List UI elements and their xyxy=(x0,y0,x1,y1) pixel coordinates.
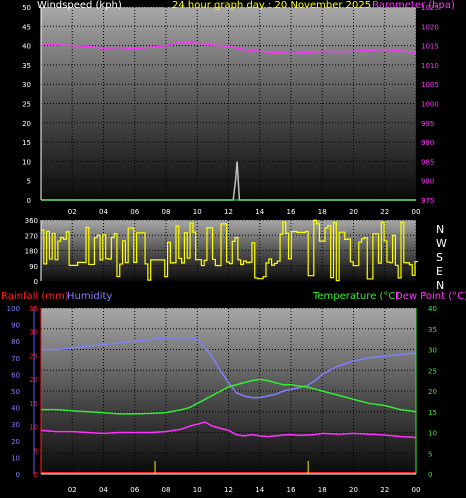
humidity-tick-label: 50 xyxy=(11,388,20,396)
humidity-tick-label: 40 xyxy=(11,405,20,413)
humidity-tick-label: 80 xyxy=(11,338,20,346)
time-tick-label: 08 xyxy=(162,486,171,494)
humidity-ticks: 0 10 20 30 40 50 60 70 80 90 100 xyxy=(7,305,20,479)
temperature-tick-label: 5 xyxy=(428,450,432,458)
time-tick-label: 14 xyxy=(255,208,264,216)
windspeed-tick-label: 40 xyxy=(22,43,31,51)
barometer-tick-label: 1025 xyxy=(421,4,439,12)
humidity-tick-label: 30 xyxy=(11,421,20,429)
barometer-tick-label: 1015 xyxy=(421,43,439,51)
time-tick-label: 10 xyxy=(193,208,202,216)
time-tick-label: 04 xyxy=(99,208,108,216)
time-tick-label: 00 xyxy=(412,208,421,216)
direction-degree-label: 180 xyxy=(25,248,38,256)
temperature-tick-label: 25 xyxy=(428,367,437,375)
compass-label: E xyxy=(436,265,443,278)
humidity-tick-label: 90 xyxy=(11,322,20,330)
windspeed-tick-label: 10 xyxy=(22,158,31,166)
humidity-tick-label: 20 xyxy=(11,438,20,446)
barometer-tick-label: 1020 xyxy=(421,23,439,31)
time-tick-label: 02 xyxy=(68,208,77,216)
barometer-tick-label: 1005 xyxy=(421,81,439,89)
barometer-tick-label: 975 xyxy=(421,197,434,205)
barometer-tick-label: 980 xyxy=(421,178,434,186)
humidity-tick-label: 100 xyxy=(7,305,20,313)
windspeed-tick-label: 25 xyxy=(22,101,31,109)
humidity-tick-label: 0 xyxy=(16,471,20,479)
direction-degree-label: 360 xyxy=(25,217,38,225)
temperature-tick-label: 20 xyxy=(428,388,437,396)
time-tick-label: 14 xyxy=(255,486,264,494)
direction-degree-label: 0 xyxy=(34,278,38,286)
weather-graph: Windspeed (kph) 24 hour graph day : 20 N… xyxy=(1,0,466,494)
time-tick-label: 04 xyxy=(99,486,108,494)
rainfall-axis-title: Rainfall (mm) xyxy=(1,291,69,302)
time-tick-label: 06 xyxy=(130,208,139,216)
graph-title: 24 hour graph day : 20 November 2025 xyxy=(172,0,371,11)
compass-labels: NWSEN xyxy=(436,223,447,292)
windspeed-tick-label: 15 xyxy=(22,139,31,147)
direction-degree-label: 270 xyxy=(25,232,38,240)
dewpoint-axis-title: Dew Point (°C) xyxy=(395,291,466,302)
windspeed-tick-label: 45 xyxy=(22,23,31,31)
humidity-tick-label: 70 xyxy=(11,355,20,363)
humidity-axis-title: Humidity xyxy=(67,291,112,302)
time-tick-label: 22 xyxy=(380,486,389,494)
temperature-tick-label: 35 xyxy=(428,326,437,334)
humidity-tick-label: 60 xyxy=(11,371,20,379)
time-tick-label: 08 xyxy=(162,208,171,216)
time-tick-label: 12 xyxy=(224,486,233,494)
temperature-axis-title: Temperature (°C) xyxy=(312,291,399,302)
time-tick-label: 02 xyxy=(68,486,77,494)
time-tick-label: 22 xyxy=(380,208,389,216)
time-tick-label: 10 xyxy=(193,486,202,494)
direction-degree-label: 90 xyxy=(29,263,38,271)
time-tick-label: 18 xyxy=(318,486,327,494)
windspeed-ticks: 0 5 10 15 20 25 30 35 40 45 50 xyxy=(22,4,31,205)
time-tick-label: 16 xyxy=(287,208,296,216)
windspeed-tick-label: 35 xyxy=(22,62,31,70)
temperature-tick-label: 0 xyxy=(428,471,432,479)
time-tick-label: 18 xyxy=(318,208,327,216)
time-ticks-bottom: 02 04 06 08 10 12 14 16 18 20 22 00 xyxy=(68,486,421,494)
time-tick-label: 00 xyxy=(412,486,421,494)
barometer-tick-label: 1010 xyxy=(421,62,439,70)
barometer-tick-label: 990 xyxy=(421,139,434,147)
windspeed-axis-title: Windspeed (kph) xyxy=(37,0,122,11)
barometer-tick-label: 1000 xyxy=(421,101,439,109)
barometer-axis-title: Barometer (hpa) xyxy=(372,0,455,11)
direction-degree-ticks: 360 270 180 90 0 xyxy=(25,217,38,286)
barometer-tick-label: 995 xyxy=(421,120,434,128)
temperature-tick-label: 40 xyxy=(428,305,437,313)
compass-label: N xyxy=(436,223,444,236)
time-tick-label: 12 xyxy=(224,208,233,216)
windspeed-tick-label: 5 xyxy=(27,178,31,186)
temperature-tick-label: 10 xyxy=(428,430,437,438)
time-tick-label: 20 xyxy=(349,486,358,494)
windspeed-tick-label: 0 xyxy=(27,197,31,205)
humidity-tick-label: 10 xyxy=(11,454,20,462)
compass-label: S xyxy=(436,251,443,264)
barometer-ticks: 975 980 985 990 995 1000 1005 1010 1015 1020 1025 xyxy=(421,4,439,205)
windspeed-tick-label: 20 xyxy=(22,120,31,128)
temperature-tick-label: 30 xyxy=(428,347,437,355)
time-tick-label: 16 xyxy=(287,486,296,494)
time-tick-label: 20 xyxy=(349,208,358,216)
temperature-ticks: 0 5 10 15 20 25 30 35 40 xyxy=(428,305,437,479)
windspeed-tick-label: 50 xyxy=(22,4,31,12)
temperature-tick-label: 15 xyxy=(428,409,437,417)
time-tick-label: 06 xyxy=(130,486,139,494)
windspeed-tick-label: 30 xyxy=(22,81,31,89)
barometer-tick-label: 985 xyxy=(421,158,434,166)
time-ticks-top: 02 04 06 08 10 12 14 16 18 20 22 00 xyxy=(68,208,421,216)
compass-label: W xyxy=(436,237,447,250)
